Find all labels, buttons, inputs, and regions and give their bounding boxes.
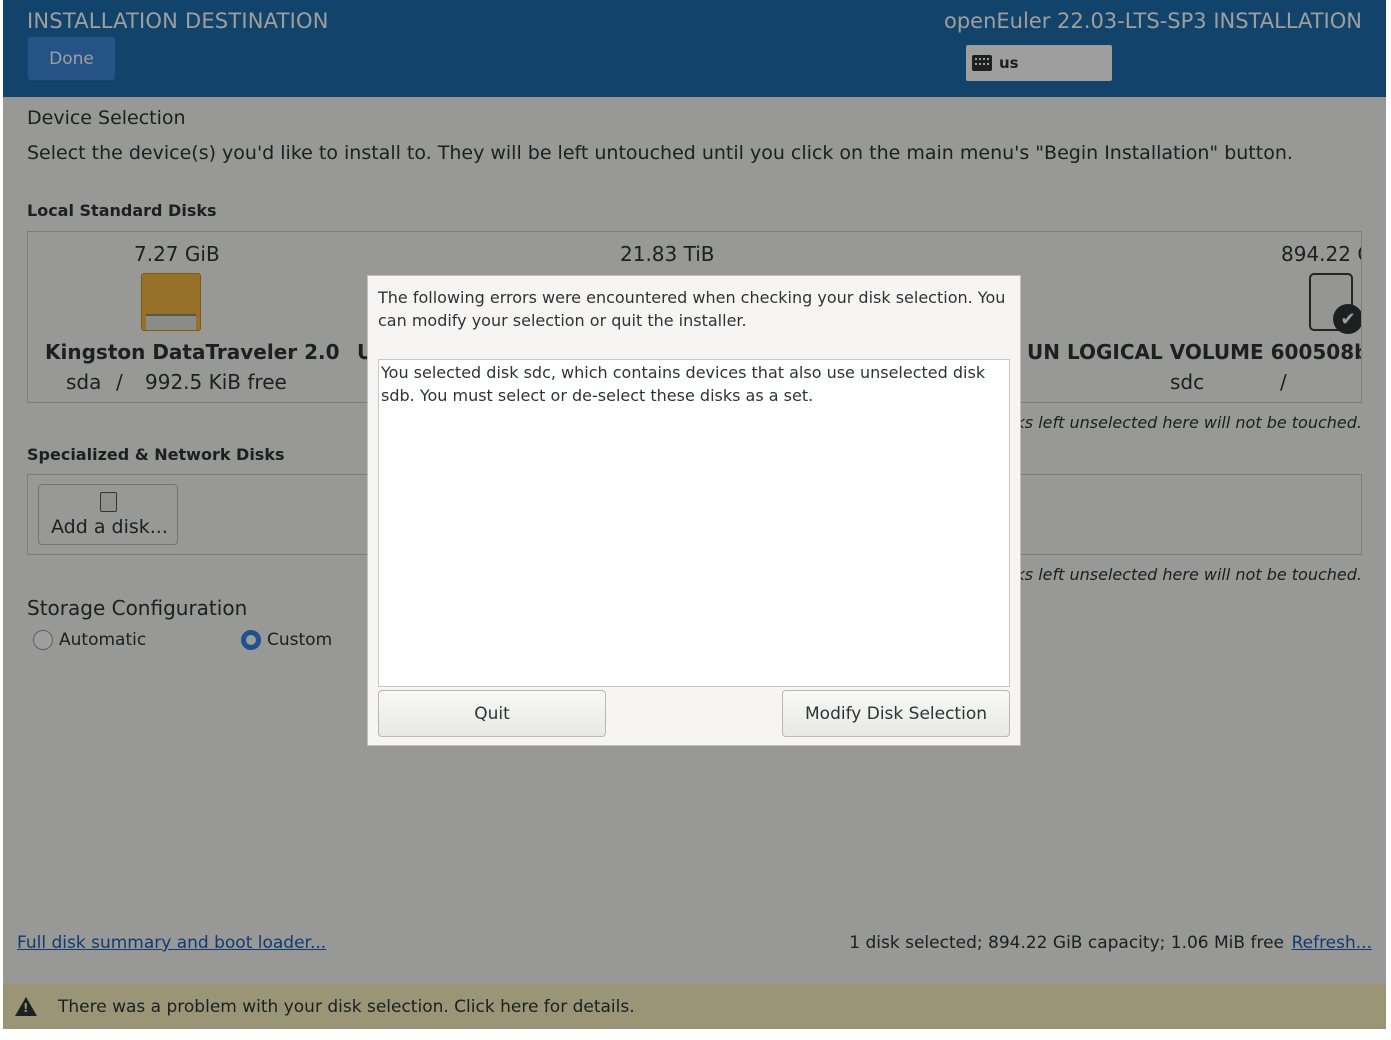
dialog-message: The following errors were encountered wh…: [378, 288, 1006, 330]
dialog-details-text[interactable]: You selected disk sdc, which contains de…: [378, 359, 1010, 687]
modify-disk-selection-button[interactable]: Modify Disk Selection: [782, 690, 1010, 737]
quit-button[interactable]: Quit: [378, 690, 606, 737]
disk-error-dialog: The following errors were encountered wh…: [367, 275, 1021, 746]
